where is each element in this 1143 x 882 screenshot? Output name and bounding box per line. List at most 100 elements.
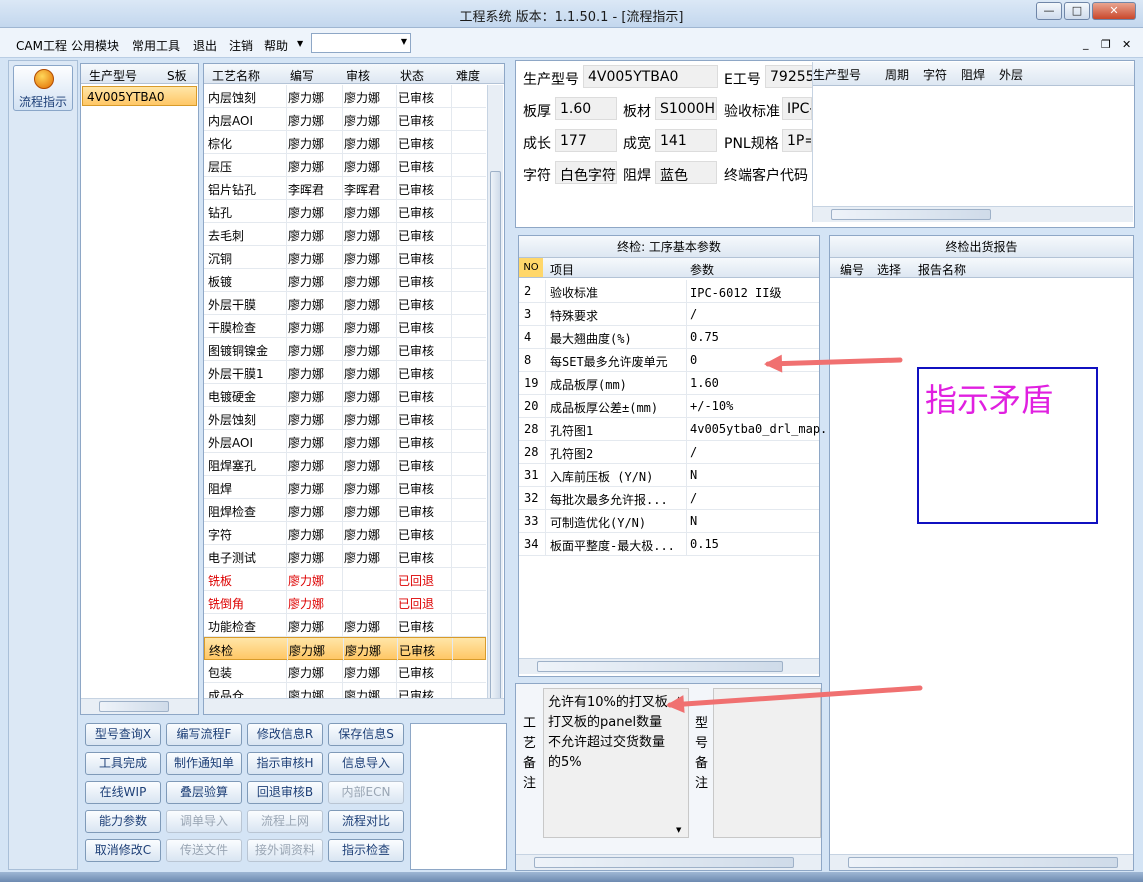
action-button[interactable]: 工具完成	[85, 752, 161, 775]
mdi-minimize-icon[interactable]: _	[1083, 37, 1089, 50]
action-button[interactable]: 接外调资料	[247, 839, 323, 862]
table-row[interactable]: 外层蚀刻 廖力娜 廖力娜 已审核	[204, 407, 486, 430]
help-dropdown-icon[interactable]: ▼	[297, 39, 303, 48]
horizontal-scrollbar[interactable]	[204, 698, 504, 714]
horizontal-scrollbar[interactable]	[519, 658, 819, 674]
table-row[interactable]: 28 孔符图2 /	[519, 441, 819, 464]
action-button[interactable]: 修改信息R	[247, 723, 323, 746]
action-button[interactable]: 取消修改C	[85, 839, 161, 862]
menu-logout[interactable]: 注销	[229, 37, 253, 54]
table-row[interactable]: 19 成品板厚(mm) 1.60	[519, 372, 819, 395]
action-button[interactable]: 传送文件	[166, 839, 242, 862]
field-product-model[interactable]: 4V005YTBA0	[583, 65, 718, 88]
menu-combo[interactable]: ▼	[311, 33, 411, 53]
field-material[interactable]: S1000H	[655, 97, 717, 120]
scroll-up-icon[interactable]: ▲	[676, 695, 681, 703]
grid-line	[342, 361, 343, 384]
horizontal-scrollbar[interactable]	[830, 854, 1133, 870]
action-button[interactable]: 流程对比	[328, 810, 404, 833]
table-row[interactable]: 2 验收标准 IPC-6012 II级	[519, 280, 819, 303]
model-note-box[interactable]	[713, 688, 821, 838]
action-button[interactable]: 能力参数	[85, 810, 161, 833]
cell-status: 已审核	[398, 367, 435, 381]
table-row[interactable]: 包装 廖力娜 廖力娜 已审核	[204, 660, 486, 683]
table-row[interactable]: 铣倒角 廖力娜 已回退	[204, 591, 486, 614]
table-row[interactable]: 板镀 廖力娜 廖力娜 已审核	[204, 269, 486, 292]
table-row[interactable]: 内层AOI 廖力娜 廖力娜 已审核	[204, 108, 486, 131]
menu-help[interactable]: 帮助	[264, 37, 288, 54]
table-row[interactable]: 沉铜 廖力娜 廖力娜 已审核	[204, 246, 486, 269]
action-button[interactable]: 在线WIP	[85, 781, 161, 804]
table-row[interactable]: 层压 廖力娜 廖力娜 已审核	[204, 154, 486, 177]
table-row[interactable]: 钻孔 廖力娜 廖力娜 已审核	[204, 200, 486, 223]
table-row[interactable]: 20 成品板厚公差±(mm) +/-10%	[519, 395, 819, 418]
field-width[interactable]: 141	[655, 129, 717, 152]
horizontal-scrollbar[interactable]	[516, 854, 821, 870]
table-row[interactable]: 外层干膜 廖力娜 廖力娜 已审核	[204, 292, 486, 315]
action-button[interactable]: 指示审核H	[247, 752, 323, 775]
table-row[interactable]: 铣板 廖力娜 已回退	[204, 568, 486, 591]
grid-line	[686, 326, 687, 349]
close-button[interactable]: ✕	[1092, 2, 1136, 20]
field-length[interactable]: 177	[555, 129, 617, 152]
cell-reviewer: 廖力娜	[344, 298, 381, 312]
minimize-button[interactable]: —	[1036, 2, 1062, 20]
cell-writer: 廖力娜	[288, 321, 325, 335]
table-row[interactable]: 28 孔符图1 4v005ytba0_drl_map.	[519, 418, 827, 441]
table-row[interactable]: 外层干膜1 廖力娜 廖力娜 已审核	[204, 361, 486, 384]
table-row[interactable]: 终检 廖力娜 廖力娜 已审核	[204, 637, 486, 661]
table-row[interactable]: 4 最大翘曲度(%) 0.75	[519, 326, 819, 349]
menu-cam[interactable]: CAM工程	[16, 37, 67, 54]
scroll-down-icon[interactable]: ▼	[676, 826, 681, 834]
horizontal-scrollbar[interactable]	[81, 698, 198, 714]
mdi-close-icon[interactable]: ✕	[1122, 38, 1131, 51]
table-row[interactable]: 外层AOI 廖力娜 廖力娜 已审核	[204, 430, 486, 453]
table-row[interactable]: 去毛刺 廖力娜 廖力娜 已审核	[204, 223, 486, 246]
menu-common-tools[interactable]: 常用工具	[132, 37, 180, 54]
field-acceptance-std[interactable]: IPC-	[782, 97, 812, 120]
table-row[interactable]: 阻焊检查 廖力娜 廖力娜 已审核	[204, 499, 486, 522]
action-button[interactable]: 编写流程F	[166, 723, 242, 746]
table-row[interactable]: 内层蚀刻 廖力娜 廖力娜 已审核	[204, 85, 486, 108]
table-row[interactable]: 阻焊塞孔 廖力娜 廖力娜 已审核	[204, 453, 486, 476]
table-row[interactable]: 电镀硬金 廖力娜 廖力娜 已审核	[204, 384, 486, 407]
action-button[interactable]: 型号查询X	[85, 723, 161, 746]
table-row[interactable]: 棕化 廖力娜 廖力娜 已审核	[204, 131, 486, 154]
action-button[interactable]: 保存信息S	[328, 723, 404, 746]
table-row[interactable]: 干膜检查 廖力娜 廖力娜 已审核	[204, 315, 486, 338]
action-button[interactable]: 指示检查	[328, 839, 404, 862]
field-pnl-spec[interactable]: 1P=	[782, 129, 812, 152]
field-char-color[interactable]: 白色字符	[555, 161, 617, 184]
table-row[interactable]: 8 每SET最多允许废单元 0	[519, 349, 819, 372]
menu-exit[interactable]: 退出	[193, 37, 217, 54]
menu-common-module[interactable]: 公用模块	[71, 37, 119, 54]
table-row[interactable]: 34 板面平整度-最大极... 0.15	[519, 533, 819, 556]
chevron-down-icon[interactable]: ▼	[401, 37, 407, 46]
list-item[interactable]: 4V005YTBA0	[82, 86, 197, 106]
mdi-restore-icon[interactable]: ❐	[1101, 38, 1111, 51]
horizontal-scrollbar[interactable]	[813, 206, 1133, 222]
process-note-box[interactable]: 允许有10%的打叉板 打叉板的panel数量不允许超过交货数量的5% ▲ ▼	[543, 688, 689, 838]
action-button[interactable]: 流程上网	[247, 810, 323, 833]
action-button[interactable]: 内部ECN	[328, 781, 404, 804]
table-row[interactable]: 31 入库前压板 (Y/N) N	[519, 464, 819, 487]
table-row[interactable]: 32 每批次最多允许报... /	[519, 487, 819, 510]
action-button[interactable]: 叠层验算	[166, 781, 242, 804]
table-row[interactable]: 3 特殊要求 /	[519, 303, 819, 326]
table-row[interactable]: 铝片钻孔 李晖君 李晖君 已审核	[204, 177, 486, 200]
table-row[interactable]: 阻焊 廖力娜 廖力娜 已审核	[204, 476, 486, 499]
field-mask-color[interactable]: 蓝色	[655, 161, 717, 184]
action-button[interactable]: 制作通知单	[166, 752, 242, 775]
field-thickness[interactable]: 1.60	[555, 97, 617, 120]
action-button[interactable]: 调单导入	[166, 810, 242, 833]
action-button[interactable]: 信息导入	[328, 752, 404, 775]
vertical-scrollbar[interactable]	[487, 85, 503, 709]
maximize-button[interactable]: □	[1064, 2, 1090, 20]
table-row[interactable]: 字符 廖力娜 廖力娜 已审核	[204, 522, 486, 545]
table-row[interactable]: 功能检查 廖力娜 廖力娜 已审核	[204, 614, 486, 637]
action-button[interactable]: 回退审核B	[247, 781, 323, 804]
flow-indicator-tile[interactable]: 流程指示	[13, 65, 73, 111]
table-row[interactable]: 电子测试 廖力娜 廖力娜 已审核	[204, 545, 486, 568]
table-row[interactable]: 33 可制造优化(Y/N) N	[519, 510, 819, 533]
table-row[interactable]: 图镀铜镍金 廖力娜 廖力娜 已审核	[204, 338, 486, 361]
